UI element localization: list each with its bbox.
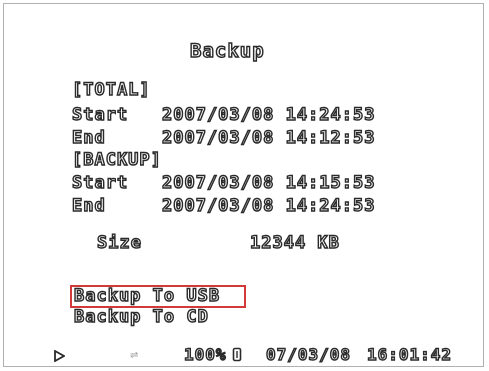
- backup-end-value: 2007/03/08 14:24:53: [161, 195, 376, 216]
- backup-to-usb-option[interactable]: Backup To USB: [73, 285, 220, 306]
- dvr-osd-screen: Backup [TOTAL] Start 2007/03/08 14:24:53…: [3, 3, 484, 367]
- total-end-value: 2007/03/08 14:12:53: [161, 127, 376, 148]
- backup-end-label: End: [71, 195, 106, 216]
- size-label: Size: [96, 232, 142, 253]
- status-percent: 100%: [183, 344, 227, 364]
- total-start-value: 2007/03/08 14:24:53: [161, 104, 376, 125]
- network-link-icon: ⇌: [130, 350, 139, 361]
- total-section-header: [TOTAL]: [71, 79, 151, 100]
- backup-to-cd-option[interactable]: Backup To CD: [73, 306, 209, 327]
- size-value: 12344 KB: [249, 232, 340, 253]
- status-date: 07/03/08: [265, 344, 352, 364]
- page-title: Backup: [189, 39, 265, 62]
- play-icon: [54, 350, 65, 362]
- total-start-label: Start: [71, 104, 129, 125]
- status-time: 16:01:42: [366, 344, 453, 364]
- total-end-label: End: [71, 127, 106, 148]
- hdd-icon: [232, 347, 242, 362]
- backup-start-value: 2007/03/08 14:15:53: [161, 172, 376, 193]
- backup-section-header: [BACKUP]: [71, 149, 162, 170]
- backup-start-label: Start: [71, 172, 129, 193]
